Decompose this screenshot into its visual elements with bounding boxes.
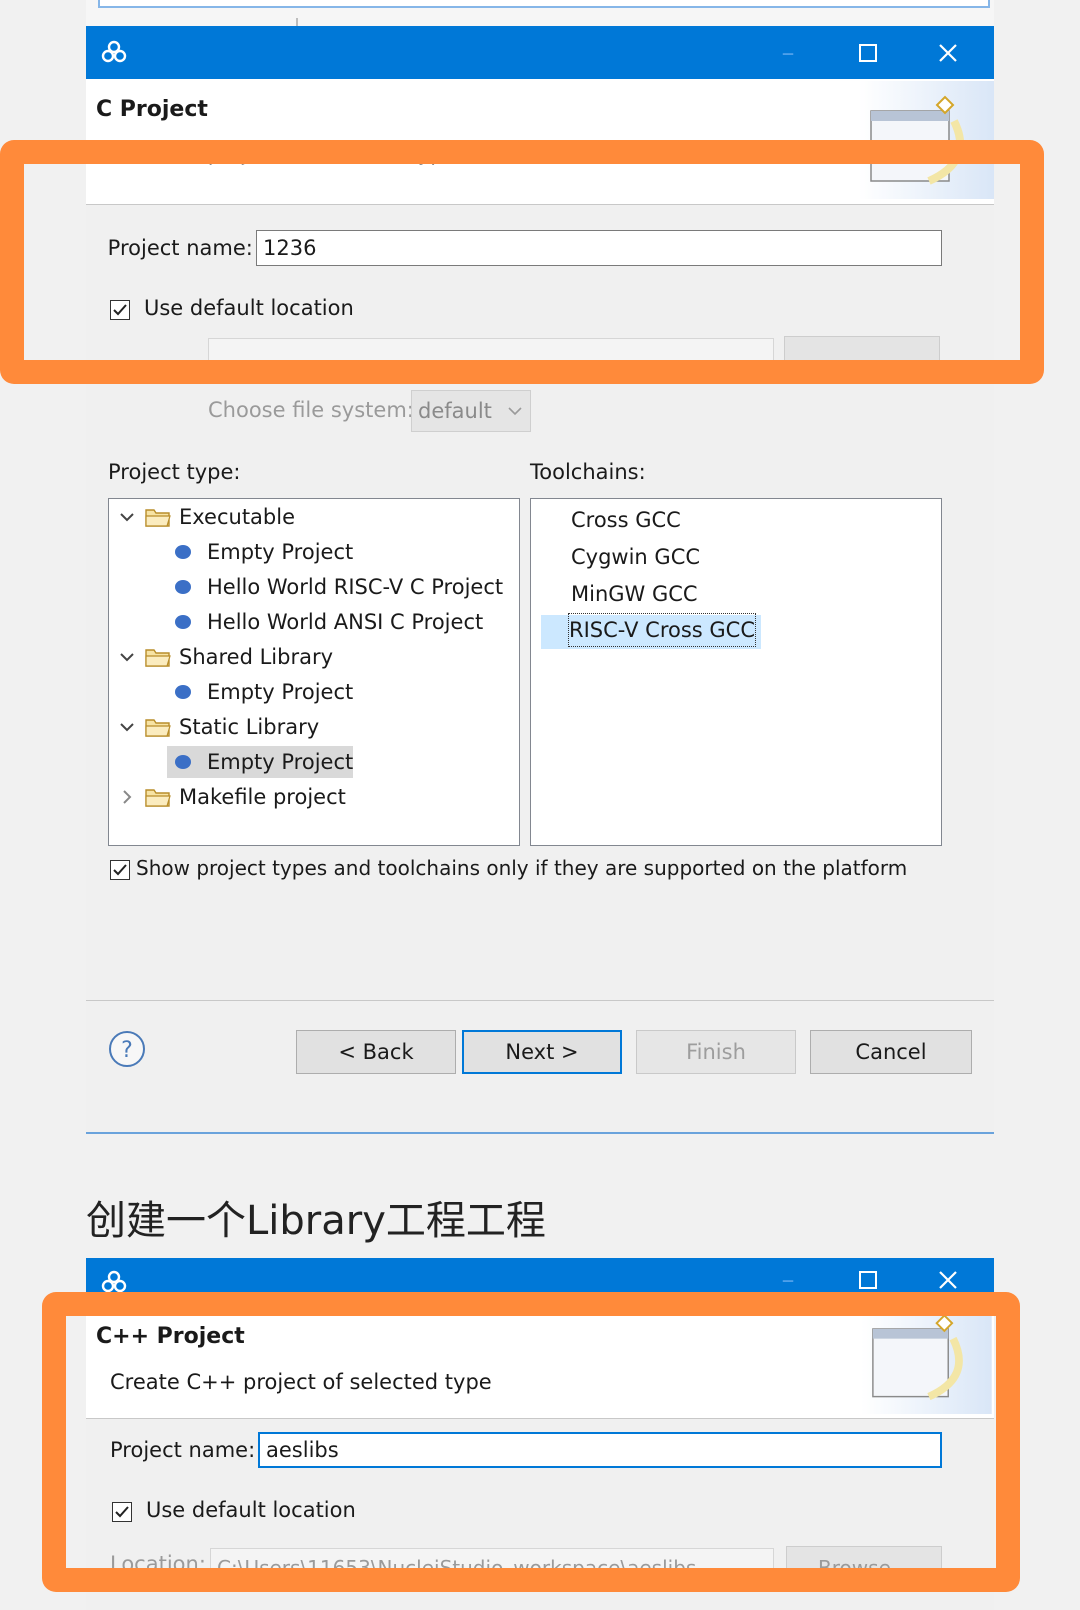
title-bar: – — [86, 26, 994, 79]
tree-label: Empty Project — [207, 680, 354, 704]
tree-folder-shared-library[interactable]: Shared Library — [117, 641, 497, 673]
page-title: C Project — [96, 97, 208, 122]
tree-label: Hello World RISC-V C Project — [207, 575, 504, 599]
chevron-down-icon — [120, 723, 134, 732]
toolchain-item[interactable]: MinGW GCC — [571, 577, 698, 611]
folder-icon — [145, 719, 171, 737]
folder-icon — [145, 509, 171, 527]
show-supported-checkbox[interactable] — [110, 860, 130, 880]
file-system-value: default — [418, 399, 492, 423]
project-type-label: Project type: — [108, 460, 241, 484]
project-bullet-icon — [175, 615, 191, 629]
highlight-box-project-name — [0, 140, 1044, 384]
svg-text:?: ? — [121, 1038, 133, 1063]
project-bullet-icon — [175, 545, 191, 559]
maximize-icon[interactable] — [850, 35, 886, 71]
cancel-button[interactable]: Cancel — [810, 1030, 972, 1074]
minimize-icon[interactable]: – — [770, 35, 806, 71]
chevron-down-icon — [120, 513, 134, 522]
tree-folder-makefile-project[interactable]: Makefile project — [117, 781, 497, 813]
toolchain-item[interactable]: Cross GCC — [571, 503, 681, 537]
toolchain-item[interactable]: Cygwin GCC — [571, 540, 700, 574]
tree-label: Makefile project — [179, 785, 346, 809]
project-bullet-icon — [175, 580, 191, 594]
footer-divider — [86, 1000, 994, 1001]
finish-button[interactable]: Finish — [636, 1030, 796, 1074]
toolchains-list[interactable]: Cross GCC Cygwin GCC MinGW GCC RISC-V Cr… — [530, 498, 942, 846]
next-button[interactable]: Next > — [462, 1030, 622, 1074]
chevron-down-icon — [120, 653, 134, 662]
close-icon[interactable] — [930, 35, 966, 71]
tree-label: Hello World ANSI C Project — [207, 610, 484, 634]
highlight-box-cpp-project — [42, 1292, 1020, 1592]
chevron-down-icon — [508, 407, 522, 416]
help-icon[interactable]: ? — [108, 1030, 146, 1068]
back-button[interactable]: < Back — [296, 1030, 456, 1074]
tree-label: Shared Library — [179, 645, 334, 669]
toolchain-item-selected[interactable]: RISC-V Cross GCC — [567, 613, 757, 647]
show-supported-label: Show project types and toolchains only i… — [136, 856, 908, 880]
file-system-label: Choose file system: — [208, 398, 414, 422]
tree-label: Empty Project — [207, 540, 354, 564]
app-icon — [101, 40, 127, 63]
dialog-bottom-border — [86, 1132, 994, 1134]
folder-icon — [145, 789, 171, 807]
toolchains-label: Toolchains: — [530, 460, 646, 484]
project-bullet-icon — [175, 755, 191, 769]
tree-folder-static-library[interactable]: Static Library — [117, 711, 497, 743]
tree-label: Executable — [179, 505, 296, 529]
previous-field-edge — [98, 0, 990, 8]
tree-folder-executable[interactable]: Executable — [117, 501, 497, 533]
file-system-select[interactable]: default — [411, 390, 531, 432]
tree-item-empty-project-selected[interactable]: Empty Project — [167, 746, 353, 778]
project-bullet-icon — [175, 685, 191, 699]
tree-label: Empty Project — [207, 750, 354, 774]
project-type-tree[interactable]: Executable Empty Project Hello World RIS… — [108, 498, 520, 846]
chevron-right-icon — [123, 790, 132, 804]
previous-dialog-remnant — [86, 0, 994, 28]
folder-icon — [145, 649, 171, 667]
caption-text: 创建一个Library工程工程 — [86, 1198, 546, 1244]
tree-label: Static Library — [179, 715, 320, 739]
